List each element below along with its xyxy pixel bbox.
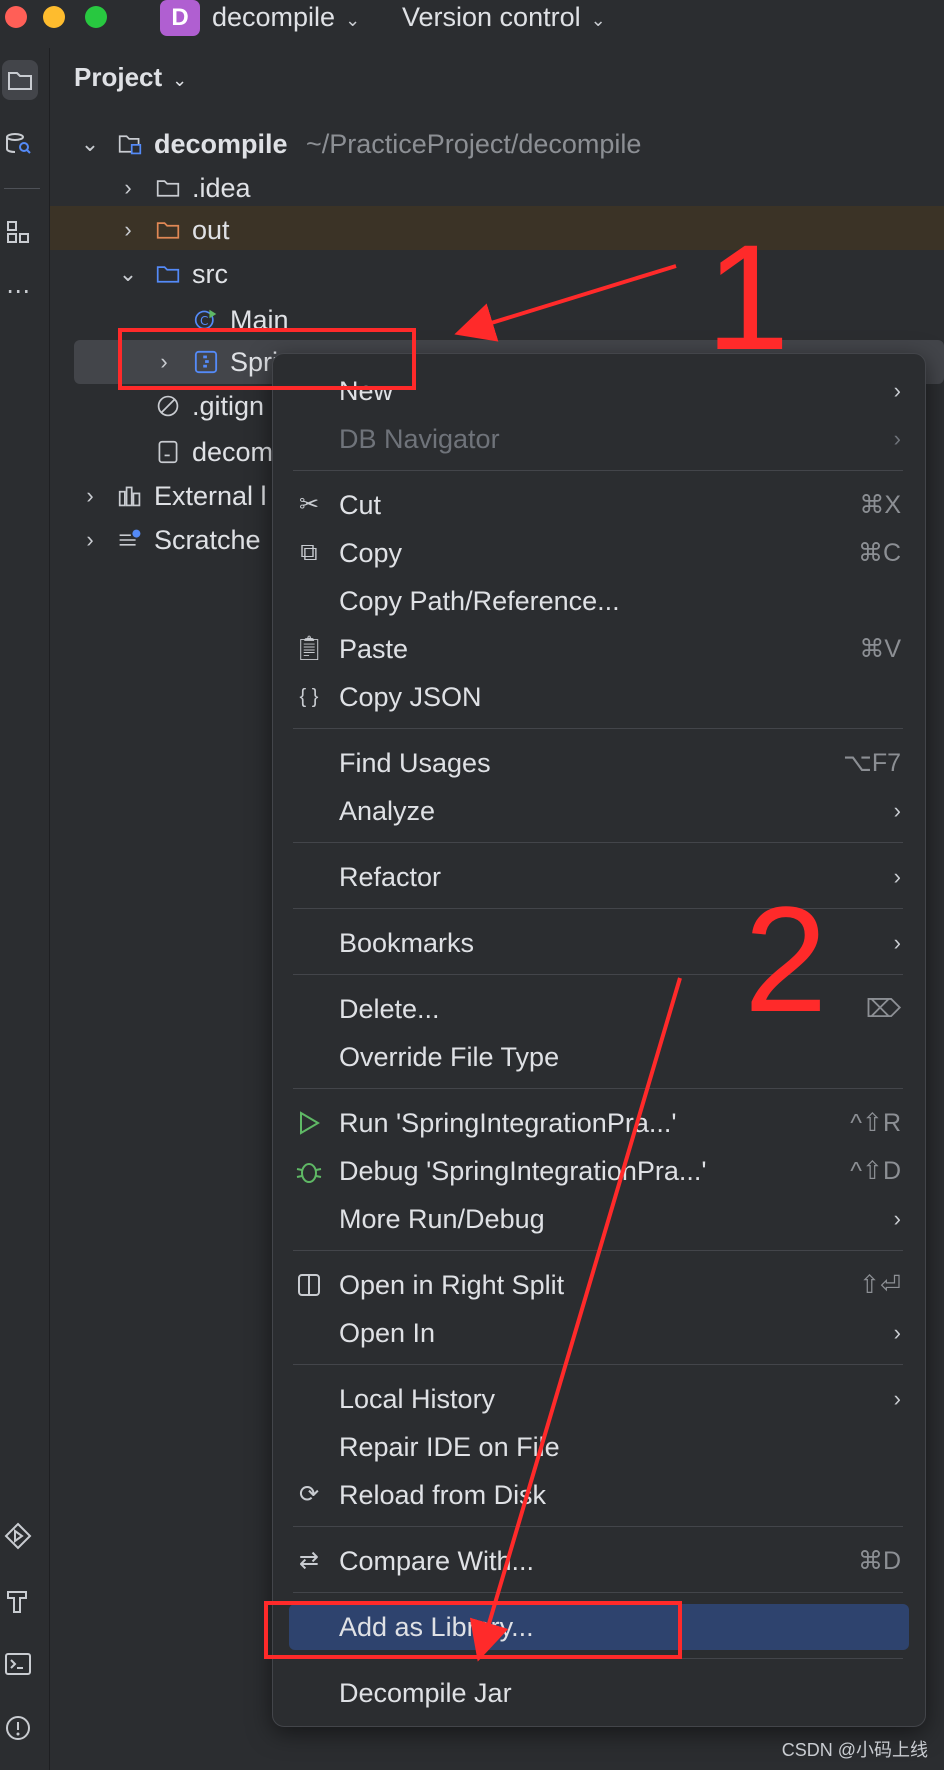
annotation-arrow-1 <box>454 264 677 342</box>
watermark: CSDN @小码上线 <box>781 1740 928 1760</box>
annotation-arrow-2 <box>469 977 682 1662</box>
annotation-arrows <box>454 264 682 1662</box>
